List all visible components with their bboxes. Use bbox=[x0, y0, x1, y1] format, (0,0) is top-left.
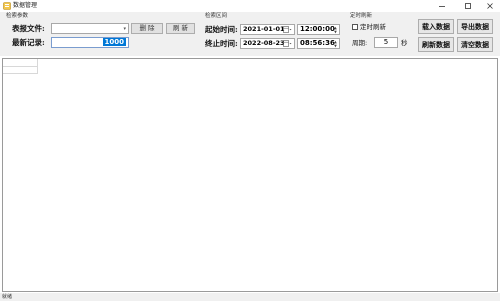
app-icon bbox=[3, 2, 11, 10]
close-icon bbox=[487, 3, 493, 9]
title-bar: 数据管理 bbox=[0, 0, 500, 12]
start-time-value: 12:00:00 bbox=[300, 25, 335, 33]
export-data-button[interactable]: 导出数据 bbox=[457, 19, 493, 34]
end-time-value: 08:56:36 bbox=[300, 39, 335, 47]
timed-refresh-label: 定时刷新 bbox=[360, 23, 386, 31]
spin-updown-icon[interactable]: ▲ ▼ bbox=[333, 26, 338, 34]
report-file-combo[interactable]: ▾ bbox=[51, 23, 129, 34]
grid-header-cell bbox=[3, 59, 38, 67]
spin-updown-icon[interactable]: ▲ ▼ bbox=[333, 40, 338, 48]
calendar-icon bbox=[283, 26, 292, 33]
period-unit: 秒 bbox=[401, 39, 408, 47]
window-title: 数据管理 bbox=[13, 2, 38, 9]
refresh-data-button[interactable]: 刷新数据 bbox=[418, 37, 454, 52]
maximize-button[interactable] bbox=[457, 0, 479, 12]
period-label: 周期: bbox=[352, 39, 368, 47]
end-time-picker[interactable]: 08:56:36 ▲ ▼ bbox=[297, 38, 340, 49]
status-text: 就绪 bbox=[2, 294, 13, 300]
period-input[interactable]: 5 bbox=[374, 37, 398, 48]
toolbar-panel: 检索参数 表报文件: ▾ 删 除 刷 新 最新记录: 1000 检索区间 起始时… bbox=[0, 12, 500, 56]
latest-record-field[interactable]: 1000 bbox=[51, 37, 129, 48]
group-label-query-params: 检索参数 bbox=[6, 13, 29, 19]
group-label-query-range: 检索区间 bbox=[205, 13, 228, 19]
group-label-timed-refresh: 定时刷新 bbox=[350, 13, 373, 19]
refresh-small-button[interactable]: 刷 新 bbox=[166, 23, 195, 34]
data-grid[interactable] bbox=[2, 58, 498, 292]
minimize-icon bbox=[439, 6, 445, 7]
latest-record-label: 最新记录: bbox=[12, 38, 45, 47]
end-date-picker[interactable]: 2022-08-23 bbox=[240, 38, 295, 49]
timed-refresh-checkbox[interactable] bbox=[352, 24, 358, 30]
delete-button[interactable]: 删 除 bbox=[131, 23, 163, 34]
report-file-label: 表报文件: bbox=[12, 24, 45, 33]
start-time-picker[interactable]: 12:00:00 ▲ ▼ bbox=[297, 24, 340, 35]
minimize-button[interactable] bbox=[431, 0, 453, 12]
close-button[interactable] bbox=[479, 0, 500, 12]
calendar-icon bbox=[283, 40, 292, 47]
chevron-down-icon: ▾ bbox=[123, 26, 126, 32]
end-time-label: 终止时间: bbox=[205, 39, 238, 48]
start-time-label: 起始时间: bbox=[205, 25, 238, 34]
grid-row-cell bbox=[3, 67, 38, 74]
status-bar: 就绪 bbox=[0, 293, 500, 301]
end-date-value: 2022-08-23 bbox=[243, 39, 285, 47]
load-data-button[interactable]: 载入数据 bbox=[418, 19, 454, 34]
start-date-value: 2021-01-01 bbox=[243, 25, 285, 33]
maximize-icon bbox=[465, 3, 471, 9]
start-date-picker[interactable]: 2021-01-01 bbox=[240, 24, 295, 35]
latest-record-value: 1000 bbox=[102, 38, 126, 46]
clear-data-button[interactable]: 清空数据 bbox=[457, 37, 493, 52]
